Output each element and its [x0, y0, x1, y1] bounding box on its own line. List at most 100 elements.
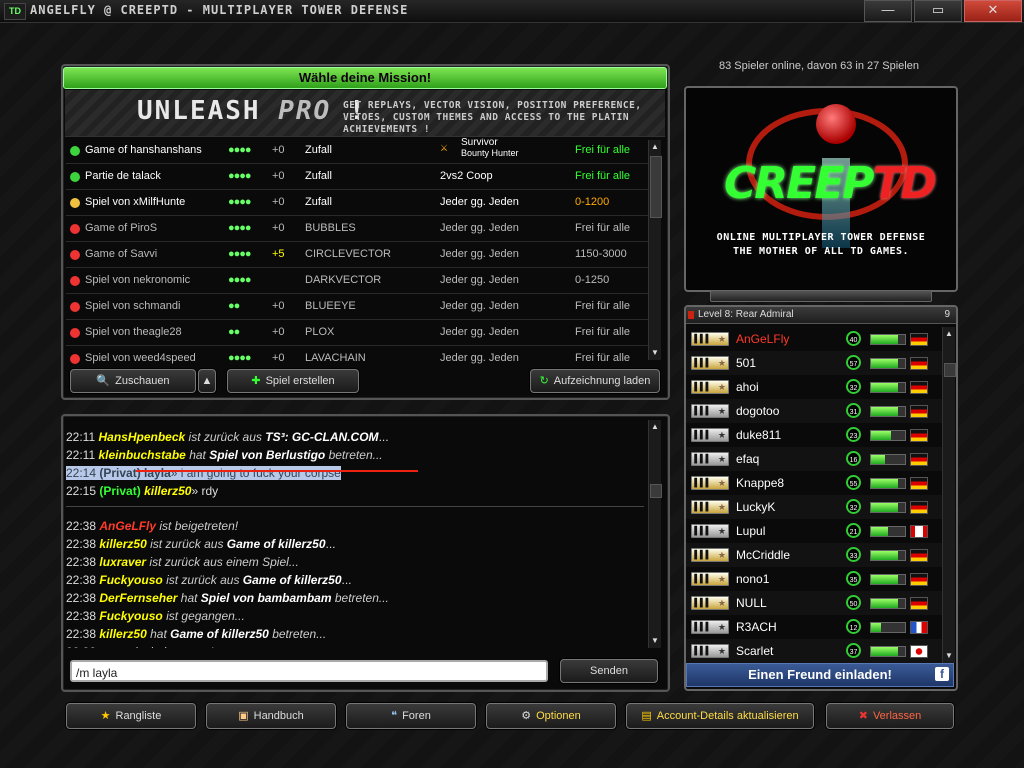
scroll-down-icon[interactable]: ▼ — [649, 636, 661, 646]
scroll-down-icon[interactable]: ▼ — [649, 348, 661, 358]
chat-line: 22:38 AnGeLFly ist beigetreten! — [66, 519, 239, 533]
player-slots-icon: ●●●● — [228, 248, 252, 260]
chat-input[interactable]: /m layla — [70, 660, 548, 682]
unleash-pro-banner[interactable]: UNLEASH PRO ! GET REPLAYS, VECTOR VISION… — [65, 90, 665, 137]
magnifier-icon: 🔍 — [96, 375, 111, 387]
chat-log[interactable]: 22:11 HansHpenbeck ist zurück aus TS³: G… — [66, 428, 646, 648]
user-row[interactable]: ▌▌▌ ★ NULL 50 — [686, 591, 942, 615]
user-row[interactable]: ▌▌▌ ★ McCriddle 33 — [686, 543, 942, 567]
game-row[interactable]: Spiel von schmandi ●● +0 BLUEEYE Jeder g… — [66, 294, 648, 320]
user-progress-bar — [870, 646, 906, 657]
game-mode: Survivor Bounty Hunter — [461, 138, 519, 158]
user-level: 23 — [846, 427, 861, 442]
game-status-icon — [70, 276, 80, 286]
scroll-thumb[interactable] — [650, 156, 662, 218]
update-account-button[interactable]: ▤ Account-Details aktualisieren — [626, 703, 814, 729]
extra-players: +0 — [272, 170, 285, 182]
user-scrollbar[interactable]: ▲ ▼ — [942, 327, 956, 663]
creeptd-promo[interactable]: CREEPTD ONLINE MULTIPLAYER TOWER DEFENSE… — [684, 86, 958, 292]
scroll-thumb[interactable] — [650, 484, 662, 498]
user-row[interactable]: ▌▌▌ ★ duke811 23 — [686, 423, 942, 447]
forum-button[interactable]: ❝ Foren — [346, 703, 476, 729]
games-scrollbar[interactable]: ▲ ▼ — [648, 140, 662, 360]
user-progress-bar — [870, 550, 906, 561]
game-row[interactable]: Spiel von nekronomic ●●●● DARKVECTOR Jed… — [66, 268, 648, 294]
chat-scrollbar[interactable]: ▲ ▼ — [648, 420, 662, 648]
create-game-button[interactable]: ✚ Spiel erstellen — [227, 369, 359, 393]
user-row[interactable]: ▌▌▌ ★ efaq 16 — [686, 447, 942, 471]
game-range: Frei für alle — [575, 170, 631, 182]
scroll-up-icon[interactable]: ▲ — [649, 422, 661, 432]
game-row[interactable]: Spiel von xMilfHunte ●●●● +0 Zufall Jede… — [66, 190, 648, 216]
load-replay-button[interactable]: ↻ Aufzeichnung laden — [530, 369, 660, 393]
user-row[interactable]: ▌▌▌ ★ Lupul 21 — [686, 519, 942, 543]
game-map: DARKVECTOR — [305, 274, 382, 286]
game-map: BLUEEYE — [305, 300, 356, 312]
user-row[interactable]: ▌▌▌ ★ AnGeLFly 40 — [686, 327, 942, 351]
game-status-icon — [70, 172, 80, 182]
replay-icon: ↻ — [539, 375, 549, 387]
scroll-up-icon[interactable]: ▲ — [943, 329, 955, 339]
scroll-up-icon[interactable]: ▲ — [649, 142, 661, 152]
send-button[interactable]: Senden — [560, 659, 658, 683]
user-level: 32 — [846, 499, 861, 514]
game-row[interactable]: Game of Savvi ●●●● +5 CIRCLEVECTOR Jeder… — [66, 242, 648, 268]
scroll-thumb[interactable] — [944, 363, 956, 377]
game-name: Spiel von xMilfHunte — [85, 196, 186, 208]
options-button[interactable]: ⚙ Optionen — [486, 703, 616, 729]
maximize-button[interactable]: ▭ — [914, 0, 962, 22]
user-name: nono1 — [736, 572, 770, 586]
chat-line: 22:38 killerz50 ist zurück aus Game of k… — [66, 537, 336, 551]
game-mode: 2vs2 Coop — [440, 170, 493, 182]
game-row[interactable]: Spiel von theagle28 ●● +0 PLOX Jeder gg.… — [66, 320, 648, 346]
user-progress-bar — [870, 598, 906, 609]
invite-friend-button[interactable]: Einen Freund einladen! f — [686, 663, 954, 687]
user-progress-bar — [870, 574, 906, 585]
user-name: Lupul — [736, 524, 766, 538]
watch-button[interactable]: 🔍 Zuschauen — [70, 369, 196, 393]
game-mode: Jeder gg. Jeden — [440, 352, 519, 364]
manual-button[interactable]: ▣ Handbuch — [206, 703, 336, 729]
user-list[interactable]: ▌▌▌ ★ AnGeLFly 40 ▌▌▌ ★ 501 57 ▌▌▌ ★ ahoi 3… — [686, 327, 942, 663]
user-row[interactable]: ▌▌▌ ★ Scarlet 37 — [686, 639, 942, 663]
leave-button[interactable]: ✖ Verlassen — [826, 703, 954, 729]
game-name: Game of Savvi — [85, 248, 158, 260]
user-row[interactable]: ▌▌▌ ★ ahoi 32 — [686, 375, 942, 399]
close-button[interactable]: ✕ — [964, 0, 1022, 22]
game-name: Spiel von weed4speed — [85, 352, 196, 364]
game-name: Spiel von schmandi — [85, 300, 181, 312]
rank-badge-icon: ▌▌▌ ★ — [691, 572, 729, 586]
country-flag-icon — [910, 573, 928, 586]
game-row[interactable]: Game of hanshanshans ●●●● +0 Zufall ⚔ Su… — [66, 138, 648, 164]
facebook-icon: f — [935, 667, 949, 681]
user-name: efaq — [736, 452, 760, 466]
user-level: 33 — [846, 547, 861, 562]
game-name: Spiel von theagle28 — [85, 326, 182, 338]
user-row[interactable]: ▌▌▌ ★ dogotoo 31 — [686, 399, 942, 423]
watch-options-button[interactable]: ▲ — [198, 369, 216, 393]
user-row[interactable]: ▌▌▌ ★ Knappe8 55 — [686, 471, 942, 495]
chat-line: 22:38 luxraver ist zurück aus einem Spie… — [66, 555, 299, 569]
star-icon: ★ — [100, 710, 111, 722]
user-progress-bar — [870, 454, 906, 465]
game-range: 0-1200 — [575, 196, 610, 208]
user-row[interactable]: ▌▌▌ ★ nono1 35 — [686, 567, 942, 591]
game-row[interactable]: Spiel von weed4speed ●●●● +0 LAVACHAIN J… — [66, 346, 648, 364]
game-row[interactable]: Partie de talack ●●●● +0 Zufall 2vs2 Coo… — [66, 164, 648, 190]
user-row[interactable]: ▌▌▌ ★ 501 57 — [686, 351, 942, 375]
user-level: 37 — [846, 643, 861, 658]
scroll-down-icon[interactable]: ▼ — [943, 651, 955, 661]
extra-players: +0 — [272, 144, 285, 156]
lock-icon: ▤ — [641, 710, 652, 722]
minimize-button[interactable]: — — [864, 0, 912, 22]
game-row[interactable]: Game of PiroS ●●●● +0 BUBBLES Jeder gg. … — [66, 216, 648, 242]
ranking-button[interactable]: ★ Rangliste — [66, 703, 196, 729]
user-progress-bar — [870, 430, 906, 441]
user-list-panel: Level 8: Rear Admiral 9 ▌▌▌ ★ AnGeLFly 40… — [684, 305, 958, 691]
promo-tagline: THE MOTHER OF ALL TD GAMES. — [732, 246, 910, 257]
user-row[interactable]: ▌▌▌ ★ LuckyK 32 — [686, 495, 942, 519]
user-name: dogotoo — [736, 404, 780, 418]
user-row[interactable]: ▌▌▌ ★ R3ACH 12 — [686, 615, 942, 639]
rank-badge-icon: ▌▌▌ ★ — [691, 620, 729, 634]
games-list[interactable]: Game of hanshanshans ●●●● +0 Zufall ⚔ Su… — [66, 138, 648, 364]
